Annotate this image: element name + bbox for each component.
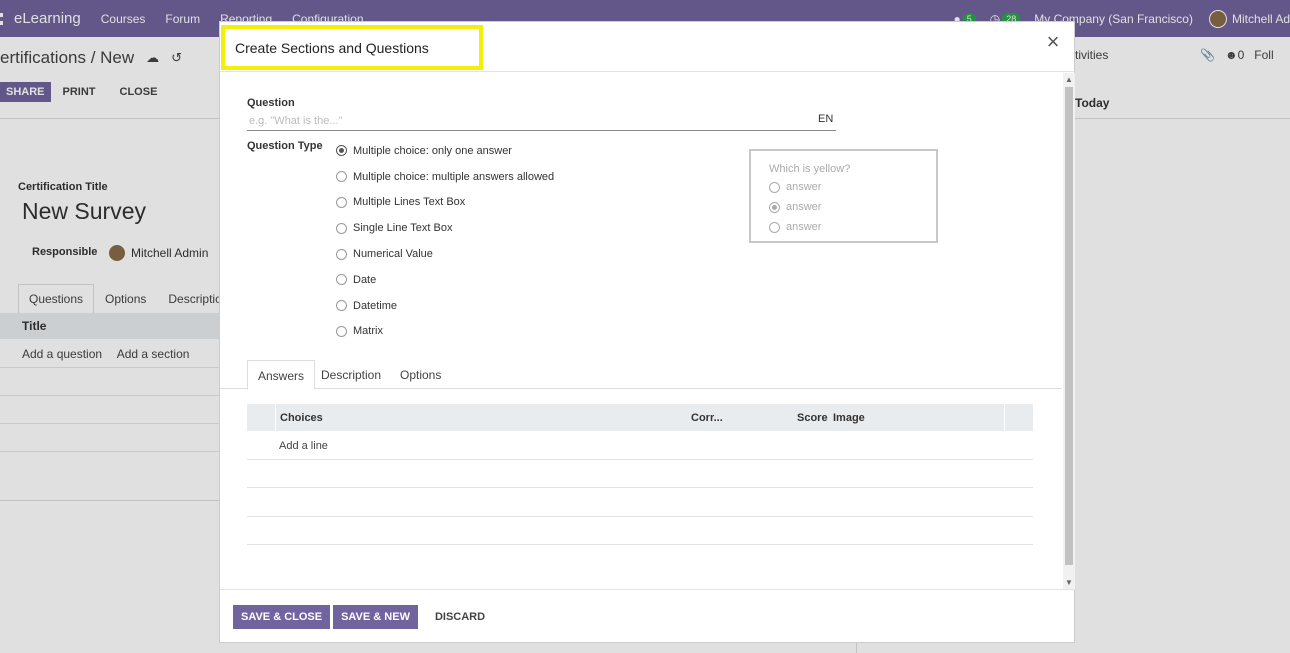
question-type-radio-group: Multiple choice: only one answer Multipl… xyxy=(336,138,554,344)
table-row xyxy=(247,460,1033,488)
option-label: Numerical Value xyxy=(353,248,433,261)
preview-answer-label: answer xyxy=(786,181,822,193)
option-label: Multiple choice: multiple answers allowe… xyxy=(353,170,555,183)
option-label: Multiple Lines Text Box xyxy=(353,196,466,209)
radio-selected-icon[interactable] xyxy=(336,145,347,157)
scroll-down-icon[interactable]: ▼ xyxy=(1065,578,1073,587)
language-button[interactable]: EN xyxy=(818,113,833,125)
radio-icon[interactable] xyxy=(336,171,347,183)
create-question-dialog: Create Sections and Questions × Question… xyxy=(219,21,1075,643)
table-row: Add a line xyxy=(247,431,1033,460)
preview-radio-icon xyxy=(769,181,780,193)
table-row xyxy=(247,517,1033,545)
tab-description[interactable]: Description xyxy=(311,360,391,390)
column-image[interactable]: Image xyxy=(833,412,865,424)
column-divider xyxy=(275,404,276,431)
tab-options[interactable]: Options xyxy=(390,360,451,390)
question-type-option[interactable]: Single Line Text Box xyxy=(336,215,554,241)
question-type-preview: Which is yellow? answer answer answer xyxy=(749,149,938,243)
preview-answer: answer xyxy=(769,177,918,197)
preview-answer-label: answer xyxy=(786,201,822,213)
dialog-header: Create Sections and Questions × xyxy=(220,22,1074,72)
discard-button[interactable]: DISCARD xyxy=(427,605,493,629)
preview-radio-icon xyxy=(769,221,780,233)
column-choices[interactable]: Choices xyxy=(280,412,323,424)
radio-icon[interactable] xyxy=(336,325,347,337)
table-row xyxy=(247,488,1033,517)
radio-icon[interactable] xyxy=(336,222,347,234)
radio-icon[interactable] xyxy=(336,300,347,312)
option-label: Single Line Text Box xyxy=(353,222,453,235)
scroll-up-icon[interactable]: ▲ xyxy=(1065,75,1073,84)
question-type-option[interactable]: Numerical Value xyxy=(336,241,554,267)
preview-answer: answer xyxy=(769,217,918,237)
dialog-tabs: Answers Description Options xyxy=(220,360,1062,390)
option-label: Datetime xyxy=(353,299,398,312)
scrollbar-thumb[interactable] xyxy=(1065,87,1073,565)
option-label: Multiple choice: only one answer xyxy=(353,144,512,157)
save-new-button[interactable]: SAVE & NEW xyxy=(333,604,418,629)
question-type-option[interactable]: Multiple choice: only one answer xyxy=(336,138,554,164)
radio-icon[interactable] xyxy=(336,274,347,286)
column-divider xyxy=(1004,404,1005,431)
question-label: Question xyxy=(247,97,295,109)
save-close-button[interactable]: SAVE & CLOSE xyxy=(233,604,331,629)
question-input[interactable] xyxy=(247,112,836,131)
preview-answer-label: answer xyxy=(786,221,822,233)
option-label: Date xyxy=(353,273,377,286)
add-line-link[interactable]: Add a line xyxy=(279,440,328,452)
answers-table-header: Choices Corr... Score Image xyxy=(247,404,1033,431)
close-icon[interactable]: × xyxy=(1042,31,1064,54)
question-type-label: Question Type xyxy=(247,140,323,152)
question-type-option[interactable]: Multiple Lines Text Box xyxy=(336,190,554,216)
answers-table: Choices Corr... Score Image Add a line xyxy=(247,404,1033,545)
tab-answers[interactable]: Answers xyxy=(247,360,316,390)
radio-icon[interactable] xyxy=(336,196,347,208)
column-correct[interactable]: Corr... xyxy=(691,412,723,424)
dialog-scrollbar[interactable]: ▲ ▼ xyxy=(1063,73,1075,589)
dialog-title: Create Sections and Questions xyxy=(221,25,483,70)
question-type-option[interactable]: Date xyxy=(336,267,554,293)
column-score[interactable]: Score xyxy=(797,412,828,424)
dialog-footer: SAVE & CLOSE SAVE & NEW DISCARD xyxy=(220,589,1075,643)
radio-icon[interactable] xyxy=(336,248,347,260)
preview-radio-selected-icon xyxy=(769,201,780,213)
question-type-option[interactable]: Datetime xyxy=(336,293,554,319)
preview-question: Which is yellow? xyxy=(769,163,851,175)
option-label: Matrix xyxy=(353,325,383,338)
dialog-body: Question EN Question Type Multiple choic… xyxy=(220,73,1062,589)
question-type-option[interactable]: Multiple choice: multiple answers allowe… xyxy=(336,164,554,190)
preview-answer: answer xyxy=(769,197,918,217)
question-type-option[interactable]: Matrix xyxy=(336,319,554,345)
